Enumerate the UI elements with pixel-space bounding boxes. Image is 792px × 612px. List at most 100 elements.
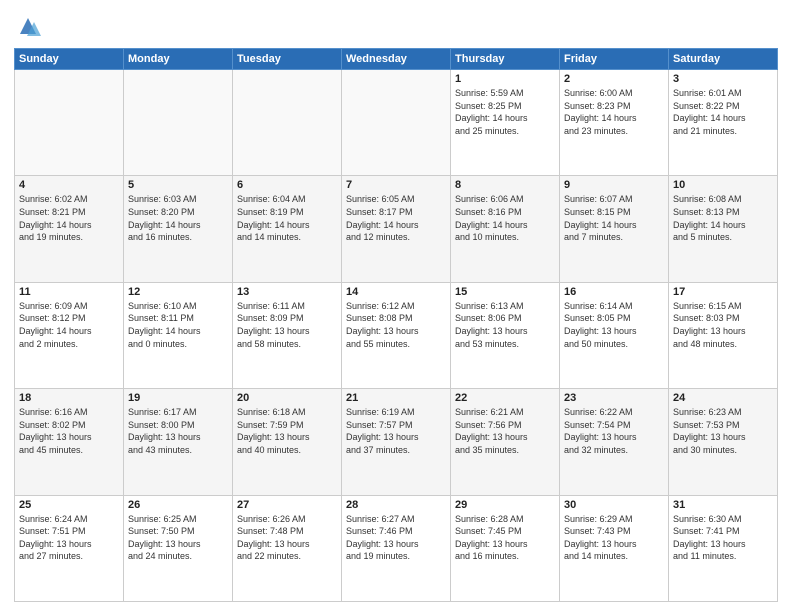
week-row-2: 4 Sunrise: 6:02 AM Sunset: 8:21 PM Daylig… bbox=[15, 176, 778, 282]
week-row-3: 11 Sunrise: 6:09 AM Sunset: 8:12 PM Dayli… bbox=[15, 282, 778, 388]
day-info: Sunrise: 6:10 AM Sunset: 8:11 PM Dayligh… bbox=[128, 300, 228, 350]
day-number: 6 bbox=[237, 179, 337, 191]
calendar-cell: 15 Sunrise: 6:13 AM Sunset: 8:06 PM Dayli… bbox=[451, 282, 560, 388]
page: SundayMondayTuesdayWednesdayThursdayFrid… bbox=[0, 0, 792, 612]
calendar-cell: 31 Sunrise: 6:30 AM Sunset: 7:41 PM Dayli… bbox=[669, 495, 778, 601]
day-number: 4 bbox=[19, 179, 119, 191]
day-number: 14 bbox=[346, 286, 446, 298]
day-number: 10 bbox=[673, 179, 773, 191]
day-number: 23 bbox=[564, 392, 664, 404]
calendar-cell: 14Sunrise: 6:12 AM Sunset: 8:08 PM Dayli… bbox=[342, 282, 451, 388]
day-info: Sunrise: 6:08 AM Sunset: 8:13 PM Dayligh… bbox=[673, 193, 773, 243]
day-number: 17 bbox=[673, 286, 773, 298]
weekday-tuesday: Tuesday bbox=[233, 49, 342, 70]
calendar-cell: 11 Sunrise: 6:09 AM Sunset: 8:12 PM Dayli… bbox=[15, 282, 124, 388]
week-row-1: 1 Sunrise: 5:59 AM Sunset: 8:25 PM Daylig… bbox=[15, 70, 778, 176]
calendar-cell: 30 Sunrise: 6:29 AM Sunset: 7:43 PM Dayli… bbox=[560, 495, 669, 601]
day-info: Sunrise: 6:05 AM Sunset: 8:17 PM Dayligh… bbox=[346, 193, 446, 243]
calendar-cell: 25 Sunrise: 6:24 AM Sunset: 7:51 PM Dayli… bbox=[15, 495, 124, 601]
calendar-cell: 29 Sunrise: 6:28 AM Sunset: 7:45 PM Dayli… bbox=[451, 495, 560, 601]
weekday-sunday: Sunday bbox=[15, 49, 124, 70]
day-info: Sunrise: 6:29 AM Sunset: 7:43 PM Dayligh… bbox=[564, 513, 664, 563]
calendar-cell: 28Sunrise: 6:27 AM Sunset: 7:46 PM Dayli… bbox=[342, 495, 451, 601]
day-info: Sunrise: 6:00 AM Sunset: 8:23 PM Dayligh… bbox=[564, 87, 664, 137]
calendar-cell: 26 Sunrise: 6:25 AM Sunset: 7:50 PM Dayli… bbox=[124, 495, 233, 601]
calendar-cell: 21 Sunrise: 6:19 AM Sunset: 7:57 PM Dayli… bbox=[342, 389, 451, 495]
day-info: Sunrise: 6:02 AM Sunset: 8:21 PM Dayligh… bbox=[19, 193, 119, 243]
calendar-cell: 9 Sunrise: 6:07 AM Sunset: 8:15 PM Daylig… bbox=[560, 176, 669, 282]
weekday-wednesday: Wednesday bbox=[342, 49, 451, 70]
calendar-cell: 19Sunrise: 6:17 AM Sunset: 8:00 PM Dayli… bbox=[124, 389, 233, 495]
day-number: 27 bbox=[237, 499, 337, 511]
day-number: 1 bbox=[455, 73, 555, 85]
day-number: 22 bbox=[455, 392, 555, 404]
day-info: Sunrise: 6:27 AM Sunset: 7:46 PM Dayligh… bbox=[346, 513, 446, 563]
calendar-cell: 23 Sunrise: 6:22 AM Sunset: 7:54 PM Dayli… bbox=[560, 389, 669, 495]
day-number: 29 bbox=[455, 499, 555, 511]
calendar-cell: 3Sunrise: 6:01 AM Sunset: 8:22 PM Daylig… bbox=[669, 70, 778, 176]
day-info: Sunrise: 6:13 AM Sunset: 8:06 PM Dayligh… bbox=[455, 300, 555, 350]
calendar-cell bbox=[124, 70, 233, 176]
day-number: 18 bbox=[19, 392, 119, 404]
day-number: 24 bbox=[673, 392, 773, 404]
day-info: Sunrise: 6:09 AM Sunset: 8:12 PM Dayligh… bbox=[19, 300, 119, 350]
day-info: Sunrise: 6:17 AM Sunset: 8:00 PM Dayligh… bbox=[128, 406, 228, 456]
day-number: 20 bbox=[237, 392, 337, 404]
day-info: Sunrise: 6:22 AM Sunset: 7:54 PM Dayligh… bbox=[564, 406, 664, 456]
week-row-5: 25 Sunrise: 6:24 AM Sunset: 7:51 PM Dayli… bbox=[15, 495, 778, 601]
day-info: Sunrise: 6:24 AM Sunset: 7:51 PM Dayligh… bbox=[19, 513, 119, 563]
day-info: Sunrise: 6:07 AM Sunset: 8:15 PM Dayligh… bbox=[564, 193, 664, 243]
day-info: Sunrise: 5:59 AM Sunset: 8:25 PM Dayligh… bbox=[455, 87, 555, 137]
weekday-thursday: Thursday bbox=[451, 49, 560, 70]
day-info: Sunrise: 6:19 AM Sunset: 7:57 PM Dayligh… bbox=[346, 406, 446, 456]
logo-icon bbox=[14, 14, 42, 42]
calendar-cell: 27 Sunrise: 6:26 AM Sunset: 7:48 PM Dayli… bbox=[233, 495, 342, 601]
day-info: Sunrise: 6:23 AM Sunset: 7:53 PM Dayligh… bbox=[673, 406, 773, 456]
calendar-cell: 16Sunrise: 6:14 AM Sunset: 8:05 PM Dayli… bbox=[560, 282, 669, 388]
day-number: 21 bbox=[346, 392, 446, 404]
day-number: 25 bbox=[19, 499, 119, 511]
calendar-cell: 17 Sunrise: 6:15 AM Sunset: 8:03 PM Dayli… bbox=[669, 282, 778, 388]
calendar-cell: 22 Sunrise: 6:21 AM Sunset: 7:56 PM Dayli… bbox=[451, 389, 560, 495]
calendar-cell: 2 Sunrise: 6:00 AM Sunset: 8:23 PM Daylig… bbox=[560, 70, 669, 176]
calendar-cell: 5 Sunrise: 6:03 AM Sunset: 8:20 PM Daylig… bbox=[124, 176, 233, 282]
day-info: Sunrise: 6:21 AM Sunset: 7:56 PM Dayligh… bbox=[455, 406, 555, 456]
day-number: 31 bbox=[673, 499, 773, 511]
day-number: 13 bbox=[237, 286, 337, 298]
day-number: 30 bbox=[564, 499, 664, 511]
calendar-cell: 13Sunrise: 6:11 AM Sunset: 8:09 PM Dayli… bbox=[233, 282, 342, 388]
day-info: Sunrise: 6:28 AM Sunset: 7:45 PM Dayligh… bbox=[455, 513, 555, 563]
calendar-cell: 4 Sunrise: 6:02 AM Sunset: 8:21 PM Daylig… bbox=[15, 176, 124, 282]
calendar-cell: 12Sunrise: 6:10 AM Sunset: 8:11 PM Dayli… bbox=[124, 282, 233, 388]
header bbox=[14, 10, 778, 42]
calendar-cell bbox=[342, 70, 451, 176]
day-info: Sunrise: 6:30 AM Sunset: 7:41 PM Dayligh… bbox=[673, 513, 773, 563]
day-number: 7 bbox=[346, 179, 446, 191]
day-number: 3 bbox=[673, 73, 773, 85]
calendar-cell: 20 Sunrise: 6:18 AM Sunset: 7:59 PM Dayli… bbox=[233, 389, 342, 495]
calendar-cell bbox=[233, 70, 342, 176]
day-info: Sunrise: 6:16 AM Sunset: 8:02 PM Dayligh… bbox=[19, 406, 119, 456]
day-info: Sunrise: 6:14 AM Sunset: 8:05 PM Dayligh… bbox=[564, 300, 664, 350]
weekday-header-row: SundayMondayTuesdayWednesdayThursdayFrid… bbox=[15, 49, 778, 70]
day-number: 11 bbox=[19, 286, 119, 298]
weekday-saturday: Saturday bbox=[669, 49, 778, 70]
weekday-monday: Monday bbox=[124, 49, 233, 70]
day-info: Sunrise: 6:15 AM Sunset: 8:03 PM Dayligh… bbox=[673, 300, 773, 350]
day-info: Sunrise: 6:03 AM Sunset: 8:20 PM Dayligh… bbox=[128, 193, 228, 243]
calendar-cell: 24 Sunrise: 6:23 AM Sunset: 7:53 PM Dayli… bbox=[669, 389, 778, 495]
day-number: 9 bbox=[564, 179, 664, 191]
day-info: Sunrise: 6:18 AM Sunset: 7:59 PM Dayligh… bbox=[237, 406, 337, 456]
day-number: 26 bbox=[128, 499, 228, 511]
week-row-4: 18 Sunrise: 6:16 AM Sunset: 8:02 PM Dayli… bbox=[15, 389, 778, 495]
day-number: 5 bbox=[128, 179, 228, 191]
calendar-cell: 8Sunrise: 6:06 AM Sunset: 8:16 PM Daylig… bbox=[451, 176, 560, 282]
day-info: Sunrise: 6:06 AM Sunset: 8:16 PM Dayligh… bbox=[455, 193, 555, 243]
calendar-cell bbox=[15, 70, 124, 176]
calendar-cell: 10 Sunrise: 6:08 AM Sunset: 8:13 PM Dayli… bbox=[669, 176, 778, 282]
day-info: Sunrise: 6:25 AM Sunset: 7:50 PM Dayligh… bbox=[128, 513, 228, 563]
day-info: Sunrise: 6:26 AM Sunset: 7:48 PM Dayligh… bbox=[237, 513, 337, 563]
day-number: 2 bbox=[564, 73, 664, 85]
day-number: 15 bbox=[455, 286, 555, 298]
weekday-friday: Friday bbox=[560, 49, 669, 70]
